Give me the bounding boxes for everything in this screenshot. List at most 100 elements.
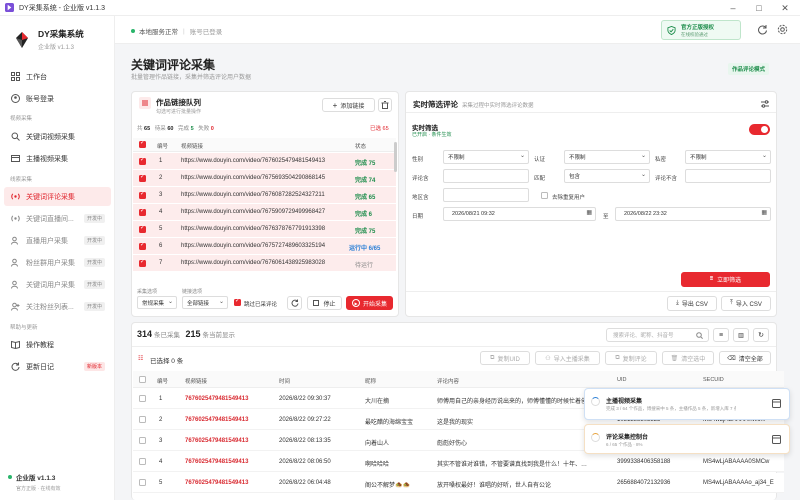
row-checkbox[interactable] (139, 258, 146, 267)
sidebar-item-live-user[interactable]: 直播用户采集 开发中 (4, 231, 111, 250)
sidebar-item-fan-group[interactable]: 粉丝群用户采集 开发中 (4, 253, 111, 272)
sidebar-item-label: 直播用户采集 (26, 237, 68, 245)
dedupe-checkbox[interactable] (541, 192, 548, 199)
row-checkbox[interactable] (139, 207, 146, 216)
delete-button[interactable] (378, 98, 392, 112)
refresh-button[interactable]: ↻ (753, 328, 769, 342)
sidebar-item-dashboard[interactable]: 工作台 (4, 67, 111, 86)
skip-checkbox[interactable] (234, 297, 241, 306)
row-checkbox[interactable] (139, 395, 146, 402)
copy-icon: ⧉ (490, 354, 495, 361)
page-title: 关键词评论采集 (131, 58, 216, 72)
comment-include-input[interactable] (443, 169, 529, 183)
status-badge: 待运行 (355, 263, 374, 269)
add-link-button[interactable]: + 添加链接 (322, 98, 375, 112)
maximize-button[interactable]: □ (746, 0, 772, 16)
close-button[interactable]: ✕ (772, 0, 798, 16)
comment-task-toast[interactable]: 评论采集控制台 6 / 65 个作品 · 8% (584, 424, 790, 454)
video-icon (11, 154, 20, 163)
apply-filter-button[interactable]: ⩩ 立即筛选 (681, 272, 770, 287)
export-csv-button[interactable]: ⤓ 导出 CSV (667, 296, 717, 311)
region-input[interactable] (443, 188, 529, 202)
reset-button[interactable] (287, 296, 302, 310)
row-checkbox[interactable] (139, 190, 146, 199)
table-row[interactable]: 2 https://www.douyin.com/video/767569350… (133, 170, 396, 187)
table-row[interactable]: 4 https://www.douyin.com/video/767590972… (133, 204, 396, 221)
sidebar-item-keyword-user[interactable]: 关键词用户采集 开发中 (4, 275, 111, 294)
sort-button[interactable]: ≡ (713, 328, 729, 342)
clear-all-button[interactable]: ⌫ 清空全部 (719, 351, 771, 365)
trash-icon: 🗑 (670, 355, 679, 362)
total-count: 314 (137, 329, 153, 339)
sidebar-item-login[interactable]: 账号登录 (4, 89, 111, 108)
sidebar-item-keyword-comment[interactable]: 关键词评论采集 (4, 187, 111, 206)
copy-comment-button[interactable]: ⧉ 复制评论 (605, 351, 657, 365)
table-row[interactable]: 3 https://www.douyin.com/video/767608728… (133, 187, 396, 204)
table-row[interactable]: 6 https://www.douyin.com/video/767572748… (133, 238, 396, 255)
match-select[interactable]: 包含 ⌄ (564, 169, 650, 183)
table-row[interactable]: 7 https://www.douyin.com/video/767606143… (133, 255, 396, 272)
gender-select[interactable]: 不限制 ⌄ (443, 150, 529, 164)
import-csv-button[interactable]: ⤒ 导入 CSV (721, 296, 771, 311)
sliders-icon[interactable] (760, 99, 770, 109)
copy-uid-button[interactable]: ⧉ 复制UID (480, 351, 530, 365)
sidebar-item-follow-list[interactable]: 关注粉丝列表... 开发中 (4, 297, 111, 316)
sidebar-item-keyword-live[interactable]: 关键词直播间... 开发中 (4, 209, 111, 228)
date-to-input[interactable]: 2026/08/22 23:32 ▦ (615, 207, 771, 221)
verify-select[interactable]: 不限制 ⌄ (564, 150, 650, 164)
minimize-button[interactable]: – (720, 0, 746, 16)
clear-selected-button[interactable]: 🗑 清空选中 (662, 351, 714, 365)
filter-title: 实时筛选评论 (413, 100, 458, 109)
user-plus-icon (11, 302, 20, 311)
mode-select[interactable]: 常规采集 ⌄ (137, 296, 177, 309)
sidebar-item-label: 关键词视频采集 (26, 133, 75, 141)
stop-button[interactable]: 停止 (307, 296, 342, 310)
select-all-checkbox[interactable] (139, 139, 146, 148)
filter-icon: ⩩ (709, 276, 714, 282)
panel-icon[interactable] (772, 435, 781, 444)
start-button[interactable]: ▶ 开始采集 (346, 296, 393, 310)
brand-version: 企业版 v1.1.3 (38, 45, 75, 51)
row-checkbox[interactable] (139, 224, 146, 233)
sidebar-item-keyword-video[interactable]: 关键词视频采集 (4, 127, 111, 146)
refresh-icon[interactable] (757, 24, 768, 35)
book-icon (11, 340, 20, 349)
row-checkbox[interactable] (139, 437, 146, 444)
chevron-down-icon: ⌄ (167, 299, 173, 305)
refresh-icon (11, 362, 20, 371)
gear-icon[interactable] (777, 24, 788, 35)
row-checkbox[interactable] (139, 458, 146, 465)
columns-button[interactable]: ▥ (733, 328, 749, 342)
link-select[interactable]: 全部链接 ⌄ (182, 296, 228, 309)
row-checkbox[interactable] (139, 241, 146, 250)
sidebar-item-changelog[interactable]: 更新日记 新版本 (4, 357, 111, 376)
verify-label: 认证 (534, 157, 546, 163)
realtime-toggle[interactable] (749, 124, 770, 135)
select-all-checkbox[interactable] (139, 376, 146, 383)
columns-icon: ▥ (738, 332, 744, 339)
table-row[interactable]: 1 https://www.douyin.com/video/767602547… (133, 153, 396, 170)
status-badge: 完成 65 (355, 195, 376, 201)
table-row[interactable]: 5 7676025479481549413 2026/8/22 06:04:48… (133, 473, 784, 493)
spinner-icon (591, 433, 600, 442)
anchor-video-task-toast[interactable]: 主播视频采集 完成 3 / 64 个作品，博搜采中 5 条，主播作品 5 条，新… (584, 388, 790, 420)
panel-icon[interactable] (772, 399, 781, 408)
import-anchor-button[interactable]: ⚇ 导入主播采集 (535, 351, 600, 365)
rotate-icon (291, 299, 298, 307)
sidebar-item-anchor-video[interactable]: 主播视频采集 (4, 149, 111, 168)
stat-fail: 0 (210, 126, 214, 132)
sidebar-item-tutorial[interactable]: 操作教程 (4, 335, 111, 354)
row-checkbox[interactable] (139, 479, 146, 486)
queue-scrollbar[interactable] (394, 142, 397, 172)
col-link: 视频链接 (181, 144, 204, 150)
row-checkbox[interactable] (139, 416, 146, 423)
table-row[interactable]: 5 https://www.douyin.com/video/767637876… (133, 221, 396, 238)
date-to-label: 至 (603, 214, 609, 220)
date-from-input[interactable]: 2026/08/21 09:32 ▦ (443, 207, 596, 221)
table-row[interactable]: 4 7676025479481549413 2026/8/22 08:06:50… (133, 452, 784, 472)
row-checkbox[interactable] (139, 173, 146, 182)
private-select[interactable]: 不限制 ⌄ (685, 150, 771, 164)
comment-exclude-input[interactable] (685, 169, 771, 183)
search-input[interactable]: 搜索评论、昵称、抖音号 (606, 328, 709, 342)
row-checkbox[interactable] (139, 156, 146, 165)
